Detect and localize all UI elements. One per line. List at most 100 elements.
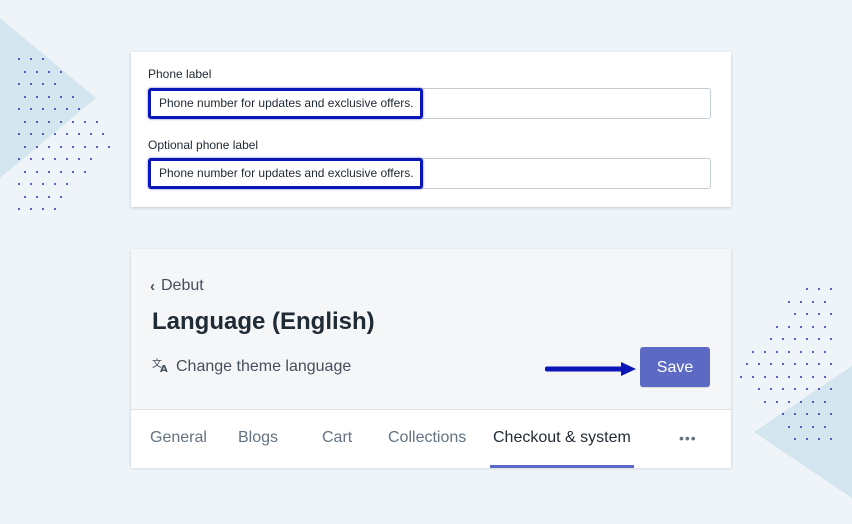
- decorative-dot: [812, 425, 814, 428]
- decorative-dot: [42, 83, 44, 85]
- decorative-dot: [42, 208, 44, 210]
- back-link[interactable]: ‹ Debut: [150, 277, 204, 295]
- decorative-dot: [18, 183, 20, 185]
- decorative-dot: [60, 145, 62, 148]
- decorative-dot: [66, 183, 68, 185]
- tab-blogs[interactable]: Blogs: [238, 410, 278, 468]
- decorative-dot: [806, 313, 808, 315]
- decorative-dot: [72, 170, 74, 173]
- tab-checkout-system[interactable]: Checkout & system: [490, 410, 634, 468]
- change-theme-language-label: Change theme language: [176, 358, 352, 375]
- decorative-dot: [818, 413, 820, 415]
- decorative-dot: [818, 388, 820, 390]
- tab-cart[interactable]: Cart: [322, 410, 352, 468]
- decorative-dot: [758, 388, 760, 390]
- decorative-dot: [752, 350, 754, 353]
- decorative-dot: [84, 145, 86, 148]
- decorative-dot: [824, 300, 826, 303]
- decorative-dot: [48, 120, 50, 123]
- decorative-dot: [830, 363, 832, 365]
- decorative-dot: [48, 145, 50, 148]
- decorative-dot: [770, 388, 772, 390]
- decorative-dot: [788, 350, 790, 353]
- optional-phone-label-input[interactable]: Phone number for updates and exclusive o…: [148, 158, 711, 189]
- decorative-dot: [770, 363, 772, 365]
- decorative-dot: [788, 300, 790, 303]
- decorative-dot: [60, 120, 62, 123]
- decorative-dot: [30, 108, 32, 110]
- save-button[interactable]: Save: [640, 347, 710, 387]
- decorative-dot: [90, 158, 92, 160]
- decorative-dot: [108, 145, 110, 148]
- phone-label-title: Phone label: [148, 67, 212, 81]
- decorative-dot: [42, 183, 44, 185]
- decorative-dot: [794, 313, 796, 315]
- decorative-dot: [794, 438, 796, 440]
- decorative-dot: [30, 58, 32, 60]
- decorative-dot: [48, 170, 50, 173]
- decorative-dots-right: [730, 288, 840, 458]
- decorative-dot: [18, 83, 20, 85]
- decorative-dot: [48, 70, 50, 73]
- decorative-dot: [782, 363, 784, 365]
- decorative-dot: [24, 195, 26, 198]
- decorative-dot: [818, 288, 820, 290]
- decorative-dot: [66, 108, 68, 110]
- decorative-dot: [824, 400, 826, 403]
- decorative-dot: [54, 183, 56, 185]
- decorative-dot: [782, 413, 784, 415]
- decorative-dot: [54, 158, 56, 160]
- decorative-dot: [42, 158, 44, 160]
- phone-label-value: Phone number for updates and exclusive o…: [148, 88, 423, 119]
- tab-general[interactable]: General: [150, 410, 207, 468]
- decorative-dot: [36, 70, 38, 73]
- decorative-dot: [60, 95, 62, 98]
- decorative-dots-left: [18, 58, 128, 228]
- decorative-dot: [72, 120, 74, 123]
- decorative-dot: [806, 338, 808, 340]
- decorative-dot: [752, 375, 754, 378]
- decorative-dot: [746, 363, 748, 365]
- decorative-dot: [818, 438, 820, 440]
- decorative-dot: [18, 133, 20, 135]
- decorative-dot: [18, 108, 20, 110]
- page-title: Language (English): [152, 308, 375, 335]
- decorative-dot: [830, 413, 832, 415]
- decorative-dot: [66, 133, 68, 135]
- decorative-dot: [90, 133, 92, 135]
- decorative-dot: [800, 425, 802, 428]
- decorative-dot: [830, 388, 832, 390]
- decorative-dot: [830, 313, 832, 315]
- decorative-dot: [18, 208, 20, 210]
- decorative-dot: [72, 95, 74, 98]
- decorative-dot: [794, 363, 796, 365]
- decorative-dot: [36, 195, 38, 198]
- decorative-dot: [776, 400, 778, 403]
- decorative-dot: [30, 183, 32, 185]
- change-theme-language-link[interactable]: 文 A Change theme language: [152, 357, 351, 377]
- decorative-dot: [782, 338, 784, 340]
- decorative-dot: [84, 120, 86, 123]
- decorative-dot: [54, 208, 56, 210]
- decorative-dot: [812, 325, 814, 328]
- decorative-dot: [36, 145, 38, 148]
- more-horizontal-icon[interactable]: •••: [679, 410, 697, 468]
- decorative-dot: [24, 95, 26, 98]
- decorative-dot: [794, 413, 796, 415]
- decorative-dot: [36, 170, 38, 173]
- decorative-dot: [776, 325, 778, 328]
- decorative-dot: [30, 158, 32, 160]
- decorative-dot: [806, 288, 808, 290]
- decorative-dot: [800, 350, 802, 353]
- checkout-fields-panel: Phone label Phone number for updates and…: [131, 52, 731, 207]
- decorative-dot: [788, 375, 790, 378]
- decorative-dot: [30, 83, 32, 85]
- tab-collections[interactable]: Collections: [388, 410, 466, 468]
- decorative-dot: [824, 375, 826, 378]
- decorative-dot: [824, 425, 826, 428]
- chevron-left-icon: ‹: [150, 277, 155, 295]
- phone-label-input[interactable]: Phone number for updates and exclusive o…: [148, 88, 711, 119]
- decorative-dot: [818, 313, 820, 315]
- decorative-dot: [794, 338, 796, 340]
- decorative-dot: [812, 300, 814, 303]
